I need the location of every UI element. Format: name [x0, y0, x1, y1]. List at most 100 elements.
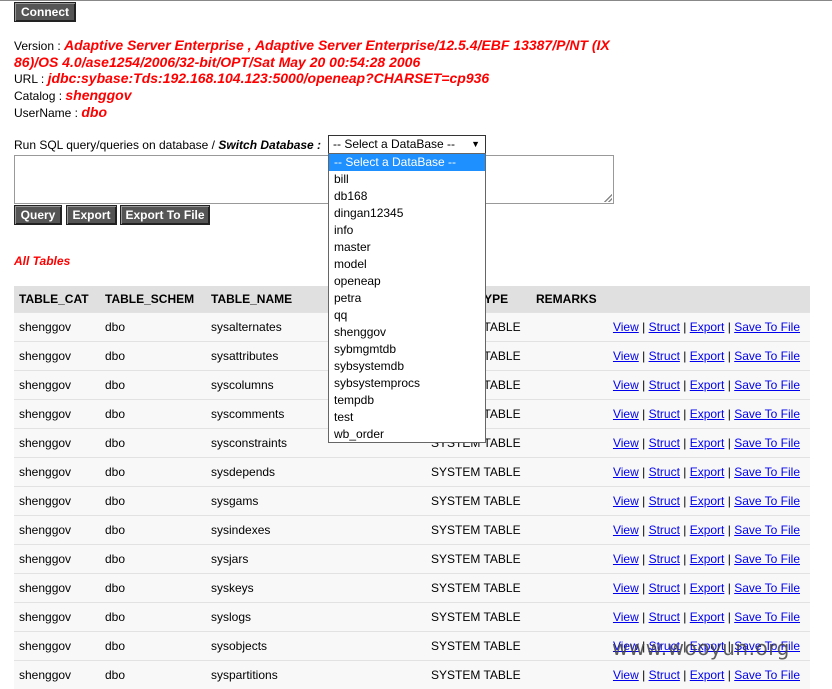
- link-separator: |: [680, 465, 690, 479]
- cell-table-schem: dbo: [100, 342, 206, 371]
- view-link[interactable]: View: [613, 320, 639, 334]
- cell-remarks: [531, 632, 597, 661]
- url-value: jdbc:sybase:Tds:192.168.104.123:5000/ope…: [48, 70, 490, 86]
- struct-link[interactable]: Struct: [649, 610, 680, 624]
- cell-remarks: [531, 487, 597, 516]
- database-option[interactable]: dingan12345: [329, 205, 485, 222]
- link-separator: |: [680, 320, 690, 334]
- view-link[interactable]: View: [613, 610, 639, 624]
- cell-actions: View | Struct | Export | Save To File: [597, 342, 810, 371]
- export-link[interactable]: Export: [690, 436, 725, 450]
- struct-link[interactable]: Struct: [649, 494, 680, 508]
- cell-remarks: [531, 603, 597, 632]
- resize-grip-icon[interactable]: [604, 194, 612, 202]
- view-link[interactable]: View: [613, 552, 639, 566]
- export-link[interactable]: Export: [690, 552, 725, 566]
- cell-table-schem: dbo: [100, 545, 206, 574]
- link-separator: |: [680, 523, 690, 537]
- export-link[interactable]: Export: [690, 610, 725, 624]
- save-to-file-link[interactable]: Save To File: [734, 581, 800, 595]
- save-to-file-link[interactable]: Save To File: [734, 436, 800, 450]
- query-button[interactable]: Query: [14, 205, 62, 225]
- cell-actions: View | Struct | Export | Save To File: [597, 371, 810, 400]
- export-to-file-button[interactable]: Export To File: [120, 205, 210, 225]
- save-to-file-link[interactable]: Save To File: [734, 378, 800, 392]
- link-separator: |: [680, 494, 690, 508]
- col-actions: [597, 286, 810, 313]
- export-link[interactable]: Export: [690, 378, 725, 392]
- export-link[interactable]: Export: [690, 668, 725, 682]
- save-to-file-link[interactable]: Save To File: [734, 610, 800, 624]
- struct-link[interactable]: Struct: [649, 320, 680, 334]
- database-option[interactable]: sybsystemprocs: [329, 375, 485, 392]
- view-link[interactable]: View: [613, 407, 639, 421]
- link-separator: |: [680, 407, 690, 421]
- export-link[interactable]: Export: [690, 581, 725, 595]
- database-option[interactable]: master: [329, 239, 485, 256]
- struct-link[interactable]: Struct: [649, 552, 680, 566]
- database-option[interactable]: test: [329, 409, 485, 426]
- database-option[interactable]: db168: [329, 188, 485, 205]
- save-to-file-link[interactable]: Save To File: [734, 494, 800, 508]
- database-option[interactable]: qq: [329, 307, 485, 324]
- save-to-file-link[interactable]: Save To File: [734, 465, 800, 479]
- database-option[interactable]: sybsystemdb: [329, 358, 485, 375]
- struct-link[interactable]: Struct: [649, 436, 680, 450]
- save-to-file-link[interactable]: Save To File: [734, 523, 800, 537]
- export-link[interactable]: Export: [690, 465, 725, 479]
- save-to-file-link[interactable]: Save To File: [734, 349, 800, 363]
- cell-table-cat: shenggov: [14, 574, 100, 603]
- view-link[interactable]: View: [613, 523, 639, 537]
- struct-link[interactable]: Struct: [649, 378, 680, 392]
- export-link[interactable]: Export: [690, 320, 725, 334]
- database-select[interactable]: -- Select a DataBase -- ▼: [328, 135, 486, 154]
- link-separator: |: [724, 378, 734, 392]
- sql-query-textarea[interactable]: [14, 155, 614, 204]
- export-link[interactable]: Export: [690, 523, 725, 537]
- view-link[interactable]: View: [613, 581, 639, 595]
- run-sql-label: Run SQL query/queries on database / Swit…: [14, 138, 321, 152]
- export-button[interactable]: Export: [66, 205, 117, 225]
- cell-table-cat: shenggov: [14, 429, 100, 458]
- export-link[interactable]: Export: [690, 494, 725, 508]
- cell-actions: View | Struct | Export | Save To File: [597, 574, 810, 603]
- export-link[interactable]: Export: [690, 407, 725, 421]
- database-option[interactable]: sybmgmtdb: [329, 341, 485, 358]
- cell-remarks: [531, 516, 597, 545]
- save-to-file-link[interactable]: Save To File: [734, 668, 800, 682]
- database-dropdown-list[interactable]: -- Select a DataBase --billdb168dingan12…: [328, 153, 486, 443]
- database-option[interactable]: shenggov: [329, 324, 485, 341]
- view-link[interactable]: View: [613, 378, 639, 392]
- struct-link[interactable]: Struct: [649, 349, 680, 363]
- struct-link[interactable]: Struct: [649, 523, 680, 537]
- cell-table-schem: dbo: [100, 371, 206, 400]
- struct-link[interactable]: Struct: [649, 465, 680, 479]
- export-link[interactable]: Export: [690, 349, 725, 363]
- view-link[interactable]: View: [613, 668, 639, 682]
- catalog-value: shenggov: [65, 87, 131, 103]
- view-link[interactable]: View: [613, 349, 639, 363]
- version-value-line2: 86)/OS 4.0/ase1254/2006/32-bit/OPT/Sat M…: [14, 54, 420, 70]
- database-option[interactable]: wb_order: [329, 426, 485, 443]
- database-option[interactable]: petra: [329, 290, 485, 307]
- database-option[interactable]: bill: [329, 171, 485, 188]
- database-option[interactable]: model: [329, 256, 485, 273]
- database-option[interactable]: -- Select a DataBase --: [329, 154, 485, 171]
- save-to-file-link[interactable]: Save To File: [734, 320, 800, 334]
- struct-link[interactable]: Struct: [649, 407, 680, 421]
- database-option[interactable]: tempdb: [329, 392, 485, 409]
- view-link[interactable]: View: [613, 436, 639, 450]
- database-option[interactable]: openeap: [329, 273, 485, 290]
- version-info: Version : Adaptive Server Enterprise , A…: [14, 37, 610, 71]
- cell-table-name: sysdepends: [206, 458, 426, 487]
- struct-link[interactable]: Struct: [649, 668, 680, 682]
- struct-link[interactable]: Struct: [649, 581, 680, 595]
- connect-button[interactable]: Connect: [14, 2, 76, 22]
- view-link[interactable]: View: [613, 465, 639, 479]
- catalog-info: Catalog : shenggov: [14, 87, 132, 104]
- save-to-file-link[interactable]: Save To File: [734, 552, 800, 566]
- database-option[interactable]: info: [329, 222, 485, 239]
- save-to-file-link[interactable]: Save To File: [734, 407, 800, 421]
- link-separator: |: [680, 349, 690, 363]
- view-link[interactable]: View: [613, 494, 639, 508]
